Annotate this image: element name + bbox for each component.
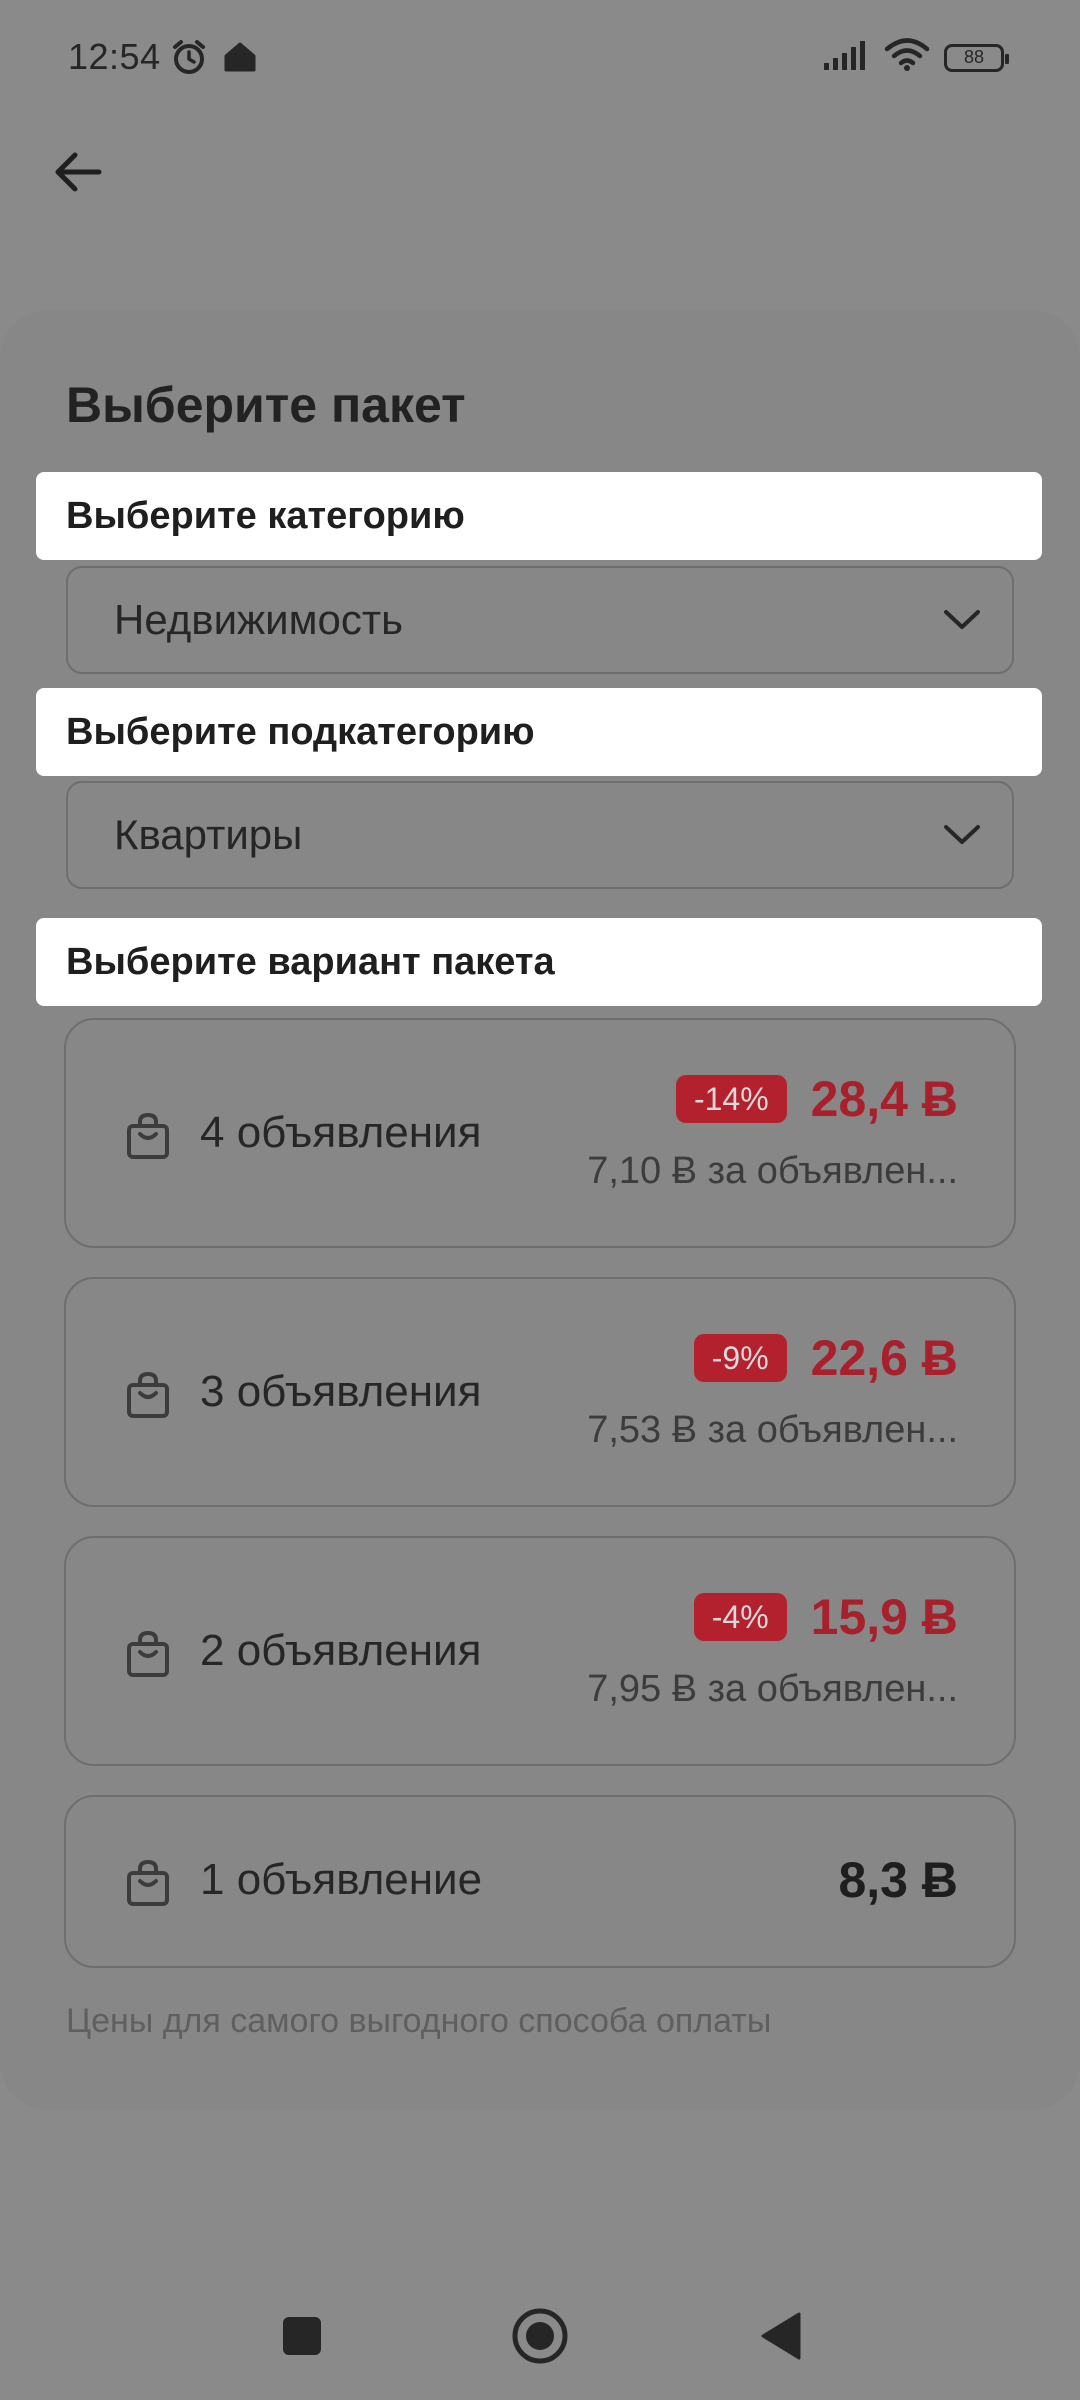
package-price-row: 8,3 Ƀ [838, 1855, 958, 1905]
package-price: 8,3 Ƀ [838, 1852, 958, 1908]
nav-home-button[interactable] [510, 2306, 570, 2366]
package-price: 15,9 Ƀ [810, 1589, 958, 1645]
battery-icon: 88 [944, 43, 1009, 72]
nav-back-icon [761, 2312, 801, 2360]
nav-home-icon [512, 2308, 568, 2364]
alarm-icon [170, 38, 208, 81]
package-price-row: -4% 15,9 Ƀ [693, 1589, 958, 1645]
shopping-bag-icon [126, 1859, 170, 1907]
package-price-row: -9% 22,6 Ƀ [693, 1330, 958, 1386]
status-icons-right: 88 [822, 38, 1009, 77]
back-button[interactable] [48, 142, 108, 202]
package-price: 22,6 Ƀ [810, 1330, 958, 1386]
subcategory-label: Выберите подкатегорию [36, 688, 1042, 776]
chevron-down-icon [944, 825, 980, 844]
package-name: 2 объявления [200, 1626, 482, 1675]
shopping-bag-icon [126, 1630, 170, 1678]
price-per-ad: 7,53 Ƀ за объявлен... [587, 1409, 958, 1451]
top-app-bar [0, 120, 1080, 268]
nav-recents-icon [283, 2317, 321, 2355]
page-title: Выберите пакет [66, 377, 466, 433]
status-time: 12:54 [68, 36, 161, 77]
package-option-2[interactable]: 2 объявления -4% 15,9 Ƀ 7,95 Ƀ за объявл… [64, 1536, 1016, 1766]
discount-badge: -9% [693, 1334, 787, 1382]
signal-icon [822, 39, 870, 76]
shopping-bag-icon [126, 1112, 170, 1160]
notification-icon [222, 40, 258, 79]
price-per-ad: 7,10 Ƀ за объявлен... [587, 1150, 958, 1192]
back-arrow-icon [55, 152, 102, 192]
package-option-3[interactable]: 3 объявления -9% 22,6 Ƀ 7,53 Ƀ за объявл… [64, 1277, 1016, 1507]
shopping-bag-icon [126, 1371, 170, 1419]
package-variant-label: Выберите вариант пакета [36, 918, 1042, 1006]
nav-recents-button[interactable] [272, 2306, 332, 2366]
package-name: 3 объявления [200, 1367, 482, 1416]
subcategory-select[interactable]: Квартиры [66, 781, 1014, 889]
category-select-value: Недвижимость [114, 596, 403, 643]
subcategory-select-value: Квартиры [114, 811, 303, 858]
category-label: Выберите категорию [36, 472, 1042, 560]
package-name: 1 объявление [200, 1855, 483, 1904]
discount-badge: -14% [675, 1075, 787, 1123]
discount-badge: -4% [693, 1593, 787, 1641]
wifi-icon [884, 38, 930, 77]
price-footnote: Цены для самого выгодного способа оплаты [66, 2002, 772, 2040]
package-price-row: -14% 28,4 Ƀ [675, 1071, 958, 1127]
price-per-ad: 7,95 Ƀ за объявлен... [587, 1668, 958, 1710]
status-bar: 12:54 88 [0, 0, 1080, 120]
package-name: 4 объявления [200, 1108, 482, 1157]
category-select[interactable]: Недвижимость [66, 566, 1014, 674]
status-icons-left [170, 38, 258, 81]
nav-back-button[interactable] [750, 2306, 810, 2366]
package-option-1[interactable]: 1 объявление 8,3 Ƀ [64, 1795, 1016, 1968]
chevron-down-icon [944, 610, 980, 629]
package-price: 28,4 Ƀ [810, 1071, 958, 1127]
package-option-4[interactable]: 4 объявления -14% 28,4 Ƀ 7,10 Ƀ за объяв… [64, 1018, 1016, 1248]
